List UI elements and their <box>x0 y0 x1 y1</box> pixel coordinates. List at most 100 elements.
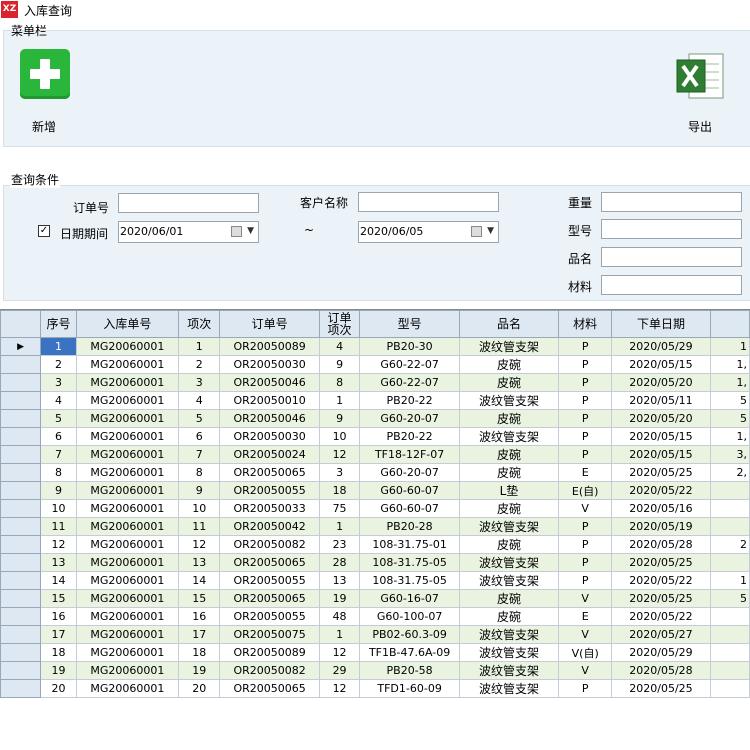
cell-receipt-no[interactable]: MG20060001 <box>75 661 180 680</box>
cell-next[interactable]: 1, <box>709 373 750 392</box>
cell-order-no[interactable]: OR20050065 <box>219 589 320 608</box>
table-row[interactable]: 8 MG20060001 8 OR20050065 3 G60-20-07 皮碗 E 2020/… <box>0 463 750 482</box>
cell-seq[interactable]: 17 <box>40 625 77 644</box>
cell-order-date[interactable]: 2020/05/20 <box>611 373 711 392</box>
cell-order-item[interactable]: 18 <box>318 481 361 500</box>
cell-item[interactable]: 17 <box>178 625 221 644</box>
cell-seq[interactable]: 5 <box>40 409 77 428</box>
row-indicator[interactable] <box>0 625 42 644</box>
cell-item[interactable]: 19 <box>178 661 221 680</box>
table-row[interactable]: 16 MG20060001 16 OR20050055 48 G60-100-07 皮碗 E 2… <box>0 607 750 626</box>
row-indicator[interactable] <box>0 499 42 518</box>
cell-product[interactable]: 波纹管支架 <box>458 337 559 356</box>
cell-material[interactable]: E <box>557 463 613 482</box>
cell-model[interactable]: PB02-60.3-09 <box>359 625 460 644</box>
row-indicator[interactable] <box>0 445 42 464</box>
cell-product[interactable]: 波纹管支架 <box>458 553 559 572</box>
cell-material[interactable]: V <box>557 589 613 608</box>
table-row[interactable]: 19 MG20060001 19 OR20050082 29 PB20-58 波纹管支架 V 2… <box>0 661 750 680</box>
col-header-model[interactable]: 型号 <box>359 310 460 338</box>
col-header-seq[interactable]: 序号 <box>40 310 77 338</box>
cell-order-date[interactable]: 2020/05/28 <box>611 535 711 554</box>
cell-order-date[interactable]: 2020/05/22 <box>611 607 711 626</box>
cell-product[interactable]: 波纹管支架 <box>458 427 559 446</box>
cell-product[interactable]: 波纹管支架 <box>458 661 559 680</box>
cell-order-date[interactable]: 2020/05/15 <box>611 355 711 374</box>
cell-seq[interactable]: 4 <box>40 391 77 410</box>
cell-product[interactable]: 皮碗 <box>458 409 559 428</box>
cell-next[interactable] <box>709 625 750 644</box>
cell-model[interactable]: PB20-22 <box>359 391 460 410</box>
cell-order-item[interactable]: 1 <box>318 517 361 536</box>
col-header-material[interactable]: 材料 <box>557 310 613 338</box>
cell-order-item[interactable]: 48 <box>318 607 361 626</box>
cell-item[interactable]: 16 <box>178 607 221 626</box>
cell-order-date[interactable]: 2020/05/20 <box>611 409 711 428</box>
col-header-order-date[interactable]: 下单日期 <box>611 310 711 338</box>
excel-icon[interactable] <box>675 50 727 102</box>
cell-order-item[interactable]: 75 <box>318 499 361 518</box>
table-row[interactable]: 13 MG20060001 13 OR20050065 28 108-31.75-05 波纹… <box>0 553 750 572</box>
cell-receipt-no[interactable]: MG20060001 <box>75 391 180 410</box>
table-row[interactable]: 2 MG20060001 2 OR20050030 9 G60-22-07 皮碗 P 2020/… <box>0 355 750 374</box>
cell-material[interactable]: P <box>557 355 613 374</box>
row-indicator[interactable] <box>0 607 42 626</box>
cell-item[interactable]: 13 <box>178 553 221 572</box>
cell-model[interactable]: 108-31.75-05 <box>359 571 460 590</box>
cell-seq[interactable]: 18 <box>40 643 77 662</box>
cell-model[interactable]: G60-16-07 <box>359 589 460 608</box>
cell-order-no[interactable]: OR20050046 <box>219 373 320 392</box>
cell-seq[interactable]: 19 <box>40 661 77 680</box>
table-row[interactable]: 6 MG20060001 6 OR20050030 10 PB20-22 波纹管支架 P 202… <box>0 427 750 446</box>
cell-next[interactable]: 1 <box>709 337 750 356</box>
cell-material[interactable]: V(自) <box>557 643 613 662</box>
cell-material[interactable]: V <box>557 499 613 518</box>
cell-item[interactable]: 14 <box>178 571 221 590</box>
col-header-next[interactable] <box>709 310 750 338</box>
cell-order-no[interactable]: OR20050055 <box>219 607 320 626</box>
material-input[interactable] <box>601 275 742 295</box>
cell-order-no[interactable]: OR20050075 <box>219 625 320 644</box>
cell-material[interactable]: P <box>557 427 613 446</box>
weight-input[interactable] <box>601 192 742 212</box>
cell-order-no[interactable]: OR20050089 <box>219 337 320 356</box>
cell-receipt-no[interactable]: MG20060001 <box>75 553 180 572</box>
cell-receipt-no[interactable]: MG20060001 <box>75 373 180 392</box>
cell-order-item[interactable]: 1 <box>318 391 361 410</box>
cell-material[interactable]: P <box>557 373 613 392</box>
row-indicator[interactable] <box>0 643 42 662</box>
cell-order-no[interactable]: OR20050089 <box>219 643 320 662</box>
cell-model[interactable]: PB20-30 <box>359 337 460 356</box>
date-from-picker[interactable]: 2020/06/01 ▼ <box>118 221 259 243</box>
cell-model[interactable]: G60-20-07 <box>359 463 460 482</box>
cell-product[interactable]: 皮碗 <box>458 499 559 518</box>
cell-product[interactable]: 波纹管支架 <box>458 625 559 644</box>
cell-next[interactable]: 5 <box>709 409 750 428</box>
cell-order-item[interactable]: 1 <box>318 625 361 644</box>
cell-product[interactable]: 波纹管支架 <box>458 517 559 536</box>
row-indicator[interactable] <box>0 589 42 608</box>
cell-next[interactable] <box>709 553 750 572</box>
cell-next[interactable]: 1 <box>709 571 750 590</box>
table-row[interactable]: 5 MG20060001 5 OR20050046 9 G60-20-07 皮碗 P 2020/… <box>0 409 750 428</box>
cell-material[interactable]: P <box>557 409 613 428</box>
cell-next[interactable]: 3, <box>709 445 750 464</box>
col-header-order-item[interactable]: 订单项次 <box>318 310 361 338</box>
cell-material[interactable]: P <box>557 571 613 590</box>
table-row[interactable]: 17 MG20060001 17 OR20050075 1 PB02-60.3-09 波纹管… <box>0 625 750 644</box>
cell-seq[interactable]: 12 <box>40 535 77 554</box>
cell-material[interactable]: P <box>557 517 613 536</box>
cell-order-item[interactable]: 3 <box>318 463 361 482</box>
cell-order-date[interactable]: 2020/05/11 <box>611 391 711 410</box>
cell-model[interactable]: G60-22-07 <box>359 355 460 374</box>
cell-model[interactable]: TFD1-60-09 <box>359 679 460 698</box>
cell-order-date[interactable]: 2020/05/15 <box>611 427 711 446</box>
cell-receipt-no[interactable]: MG20060001 <box>75 535 180 554</box>
cell-item[interactable]: 12 <box>178 535 221 554</box>
cell-item[interactable]: 11 <box>178 517 221 536</box>
date-to-picker[interactable]: 2020/06/05 ▼ <box>358 221 499 243</box>
cell-order-item[interactable]: 12 <box>318 643 361 662</box>
table-row[interactable]: 18 MG20060001 18 OR20050089 12 TF1B-47.6A-09 波… <box>0 643 750 662</box>
cell-order-no[interactable]: OR20050055 <box>219 481 320 500</box>
cell-item[interactable]: 1 <box>178 337 221 356</box>
